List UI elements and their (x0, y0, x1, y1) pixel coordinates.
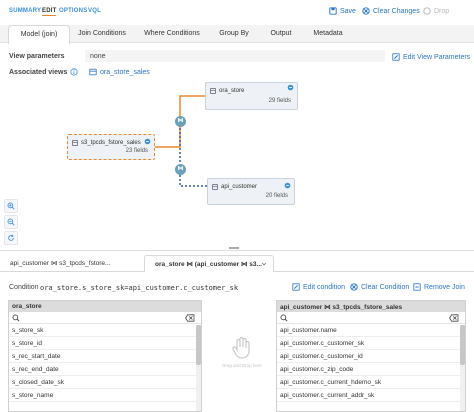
hand-icon (232, 336, 250, 359)
list-item[interactable]: api_customer.c_current_addr_sk (277, 389, 465, 402)
condition-label: Condition (9, 284, 39, 291)
node-ora-store[interactable]: ora_store 29 fields (205, 82, 298, 110)
splitter[interactable] (0, 250, 474, 251)
list-item[interactable]: s_store_name (9, 389, 201, 402)
list-item[interactable]: api_customer.name (277, 324, 465, 337)
refresh-icon (8, 234, 14, 241)
condition-expression: ora_store.s_store_sk=api_customer.c_cust… (40, 284, 239, 292)
clear-condition-button[interactable]: Clear Condition (350, 283, 409, 291)
tab-join-ora-store-label: ora_store ⋈ (api_customer ⋈ s3... (155, 261, 262, 268)
clear-icon (350, 283, 358, 291)
search-icon (12, 314, 20, 322)
chevron-down-icon (261, 262, 267, 266)
search-icon (280, 314, 288, 322)
node-name: api_customer (221, 184, 258, 190)
join-node-inner[interactable]: ⋈ (175, 164, 186, 175)
edit-condition-button[interactable]: Edit condition (292, 283, 345, 291)
node-fields: 23 fields (125, 148, 148, 154)
node-name: ora_store (219, 88, 245, 94)
right-scrollbar-thumb[interactable] (460, 325, 465, 365)
list-item[interactable]: api_customer.c_customer_id (277, 350, 465, 363)
node-api-customer[interactable]: api_customer 20 fields (207, 178, 295, 205)
node-s3-tpcds-fstore-sales[interactable]: s3_tpcds_fstore_sales 23 fields (67, 134, 155, 160)
list-item[interactable]: s_store_id (9, 337, 201, 350)
clear-search-icon[interactable] (449, 314, 459, 322)
zoom-out-icon (7, 218, 15, 226)
list-item[interactable]: s_store_sk (9, 324, 201, 337)
table-icon (210, 88, 216, 94)
clear-search-icon[interactable] (185, 314, 195, 322)
edit-icon (292, 283, 300, 291)
table-icon (72, 140, 78, 146)
clear-condition-label: Clear Condition (361, 283, 410, 291)
edit-condition-label: Edit condition (303, 283, 346, 291)
list-item[interactable]: s_rec_start_date (9, 350, 201, 363)
link-icon (284, 182, 291, 189)
remove-join-button[interactable]: Remove Join (413, 283, 465, 291)
node-fields: 29 fields (268, 98, 291, 104)
remove-join-label: Remove Join (424, 283, 465, 291)
list-item[interactable]: s_rec_end_date (9, 363, 201, 376)
left-search-input[interactable] (9, 312, 201, 324)
table-icon (212, 184, 218, 190)
tab-join-api-customer[interactable]: api_customer ⋈ s3_tpcds_fstore... (10, 255, 136, 272)
right-panel-title: api_customer ⋈ s3_tpcds_fstore_sales (277, 301, 465, 312)
zoom-out-button[interactable] (4, 215, 18, 229)
right-search-input[interactable] (277, 312, 465, 324)
left-scrollbar[interactable] (196, 325, 201, 411)
left-panel-title: ora_store (9, 301, 201, 312)
drop-zone-text: Drag and Drop here (222, 363, 262, 368)
join-diagram-connectors (154, 95, 207, 187)
list-item[interactable]: api_customer.c_customer_sk (277, 337, 465, 350)
list-item[interactable]: s_closed_date_sk (9, 376, 201, 389)
zoom-in-icon (7, 202, 15, 210)
list-item[interactable]: api_customer.c_current_hdemo_sk (277, 376, 465, 389)
tab-join-ora-store[interactable]: ora_store ⋈ (api_customer ⋈ s3... (144, 255, 274, 272)
reset-layout-button[interactable] (4, 231, 18, 245)
link-icon (144, 138, 151, 145)
join-node-outer[interactable]: ⋈ (175, 116, 186, 127)
right-field-panel: api_customer ⋈ s3_tpcds_fstore_sales api… (276, 300, 466, 412)
zoom-in-button[interactable] (4, 199, 18, 213)
node-name: s3_tpcds_fstore_sales (81, 140, 141, 146)
left-scrollbar-thumb[interactable] (196, 325, 201, 365)
remove-icon (413, 283, 421, 291)
drop-zone[interactable]: Drag and Drop here (210, 336, 274, 386)
splitter-handle[interactable] (229, 247, 239, 249)
left-field-panel: ora_store s_store_sk s_store_id s_rec_st… (8, 300, 202, 412)
list-item[interactable]: api_customer.c_zip_code (277, 363, 465, 376)
node-fields: 20 fields (265, 193, 288, 199)
right-scrollbar[interactable] (460, 325, 465, 411)
link-icon (287, 84, 294, 91)
